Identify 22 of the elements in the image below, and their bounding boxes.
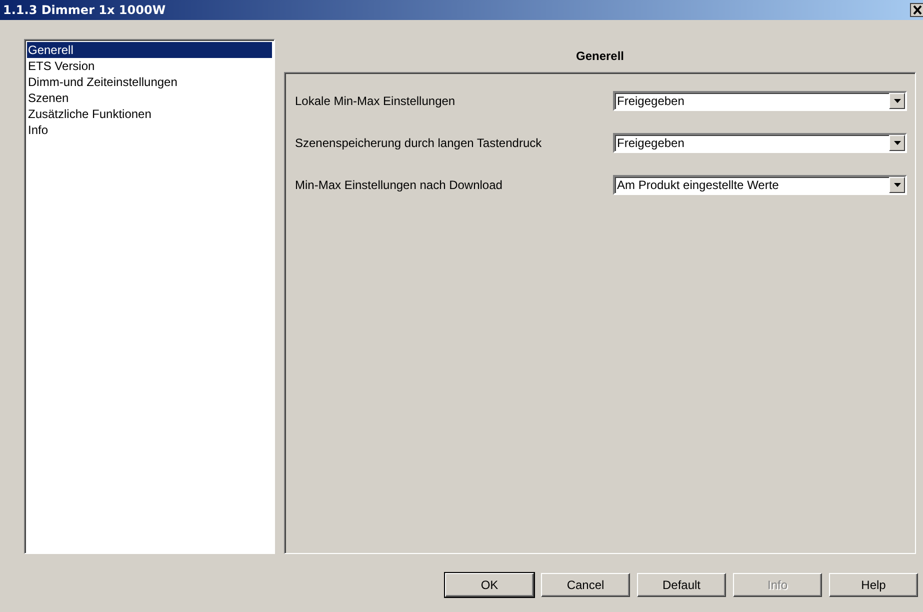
sidebar-item[interactable]: Info (27, 122, 272, 138)
dropdown-arrow-icon (894, 99, 900, 103)
sidebar-item[interactable]: Szenen (27, 90, 272, 106)
dropdown-arrow-icon (894, 141, 900, 145)
dialog-button[interactable]: Default (637, 573, 726, 597)
dropdown[interactable]: Freigegeben (613, 91, 907, 111)
sidebar-item[interactable]: ETS Version (27, 58, 272, 74)
panel-title: Generell (576, 48, 624, 62)
close-icon[interactable] (910, 3, 923, 17)
dialog-button[interactable]: Cancel (541, 573, 630, 597)
setting-label: Min-Max Einstellungen nach Download (295, 178, 504, 192)
dialog-button[interactable]: OK (445, 573, 534, 597)
dialog-button[interactable]: Help (829, 573, 918, 597)
sidebar-item[interactable]: Zusätzliche Funktionen (27, 106, 272, 122)
setting-label: Lokale Min-Max Einstellungen (295, 94, 456, 108)
dropdown[interactable]: Freigegeben (613, 133, 907, 153)
dropdown[interactable]: Am Produkt eingestellte Werte (613, 175, 907, 195)
window-title: 1.1.3 Dimmer 1x 1000W (2, 3, 167, 17)
dropdown-arrow-icon (894, 183, 900, 187)
sidebar-item[interactable]: Dimm-und Zeiteinstellungen (27, 74, 272, 90)
sidebar-item[interactable]: Generell (27, 42, 272, 58)
setting-label: Szenenspeicherung durch langen Tastendruck (295, 136, 543, 150)
